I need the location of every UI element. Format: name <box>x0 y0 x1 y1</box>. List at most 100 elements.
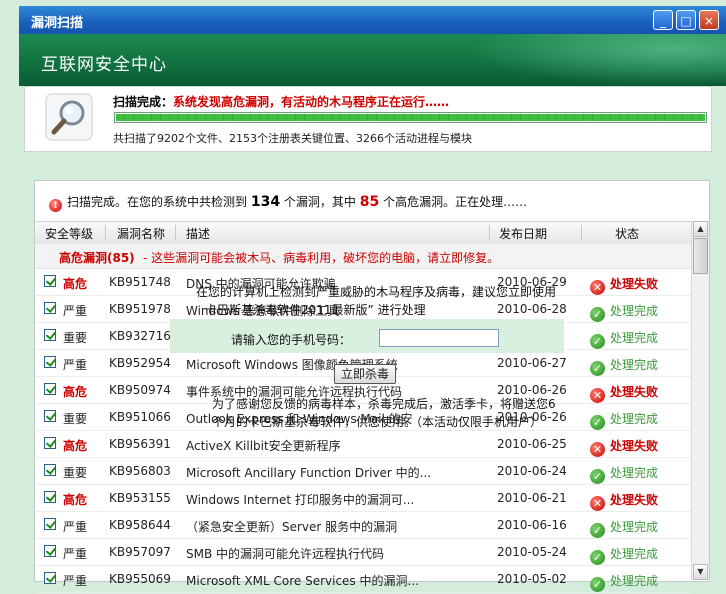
row-kb: KB956803 <box>109 464 171 478</box>
row-level: 重要 <box>63 331 88 345</box>
row-date: 2010-06-16 <box>497 518 567 532</box>
row-status-text: 处理完成 <box>610 304 659 318</box>
row-kb: KB958644 <box>109 518 171 532</box>
row-checkbox[interactable] <box>44 356 56 368</box>
row-status: ✓ 处理完成 <box>590 302 658 322</box>
row-status-text: 处理完成 <box>610 520 659 534</box>
row-status-text: 处理失败 <box>610 385 659 399</box>
row-level: 重要 <box>63 412 88 426</box>
heading-mid-1: 个漏洞，其中 <box>283 195 356 209</box>
overlay-line-2: 卡巴斯基杀毒软件2011最新版” 进行处理 <box>205 303 426 317</box>
col-divider <box>581 225 582 241</box>
row-status: ✓ 处理完成 <box>590 329 658 349</box>
row-desc: （紧急安全更新）Server 服务中的漏洞 <box>186 520 398 534</box>
scan-status: 扫描完成：系统发现高危漏洞，有活动的木马程序正在运行…… <box>113 93 449 110</box>
row-status-text: 处理完成 <box>610 466 659 480</box>
row-kb: KB956391 <box>109 437 171 451</box>
phone-label: 请输入您的手机号码： <box>231 333 352 347</box>
row-level: 严重 <box>63 574 88 588</box>
table-row[interactable]: 严重 KB955069 Microsoft XML Core Services 中的… <box>35 566 691 593</box>
results-heading: ! 扫描完成。在您的系统中共检测到 134 个漏洞，其中 85 个高危漏洞。正在处… <box>49 193 527 212</box>
row-checkbox[interactable] <box>44 275 56 287</box>
row-checkbox[interactable] <box>44 329 56 341</box>
title-bar: 漏洞扫描 _ □ × <box>19 6 726 34</box>
group-note: - 这些漏洞可能会被木马、病毒利用，破坏您的电脑，请立即修复。 <box>143 251 500 265</box>
table-row[interactable]: 严重 KB952954 Microsoft Windows 图像颜色管理系统 2010… <box>35 350 691 377</box>
row-kb: KB957097 <box>109 545 171 559</box>
x-circle-icon: ✕ <box>590 280 605 295</box>
check-circle-icon: ✓ <box>590 577 605 592</box>
table-header: 安全等级 漏洞名称 描述 发布日期 状态 <box>35 221 691 245</box>
row-status-text: 处理失败 <box>610 493 659 507</box>
table-row[interactable]: 高危 KB956391 ActiveX Killbit安全更新程序 2010-06-2… <box>35 431 691 458</box>
row-checkbox[interactable] <box>44 302 56 314</box>
overlay-line-1: 在您的计算机上检测到严重威胁的木马程序及病毒，建议您立即使用 <box>196 285 557 299</box>
col-divider <box>489 225 490 241</box>
check-circle-icon: ✓ <box>590 469 605 484</box>
maximize-button[interactable]: □ <box>676 10 696 30</box>
row-checkbox[interactable] <box>44 383 56 395</box>
group-header-high[interactable]: 高危漏洞(85) - 这些漏洞可能会被木马、病毒利用，破坏您的电脑，请立即修复。 <box>35 244 691 269</box>
row-status: ✓ 处理完成 <box>590 572 658 592</box>
brand-title: 互联网安全中心 <box>41 55 167 75</box>
row-checkbox[interactable] <box>44 410 56 422</box>
row-checkbox[interactable] <box>44 545 56 557</box>
row-kb: KB953155 <box>109 491 171 505</box>
row-status: ✓ 处理完成 <box>590 410 658 430</box>
close-button[interactable]: × <box>699 10 719 30</box>
row-date: 2010-06-28 <box>497 302 567 316</box>
check-circle-icon: ✓ <box>590 550 605 565</box>
table-row[interactable]: 重要 KB956803 Microsoft Ancillary Function D… <box>35 458 691 485</box>
heading-prefix: 扫描完成。在您的系统中共检测到 <box>67 195 248 209</box>
row-status: ✕ 处理失败 <box>590 437 658 457</box>
row-kb: KB951978 <box>109 302 171 316</box>
row-status-text: 处理完成 <box>610 412 659 426</box>
x-circle-icon: ✕ <box>590 442 605 457</box>
check-circle-icon: ✓ <box>590 523 605 538</box>
heading-mid-2: 个高危漏洞。正在处理…… <box>383 195 528 209</box>
row-level: 重要 <box>63 466 88 480</box>
table-row[interactable]: 严重 KB957097 SMB 中的漏洞可能允许远程执行代码 2010-05-24 ✓ 处… <box>35 539 691 566</box>
col-divider <box>175 225 176 241</box>
row-date: 2010-06-24 <box>497 464 567 478</box>
scan-progress-bar <box>114 112 707 123</box>
row-status-text: 处理完成 <box>610 574 659 588</box>
row-desc: Microsoft Ancillary Function Driver 中的..… <box>186 466 432 480</box>
x-circle-icon: ✕ <box>590 388 605 403</box>
row-checkbox[interactable] <box>44 491 56 503</box>
list-scrollbar[interactable]: ▲ ▼ <box>691 221 709 580</box>
col-level[interactable]: 安全等级 <box>45 225 93 242</box>
high-count: 85 <box>359 194 380 210</box>
row-kb: KB932716 <box>109 329 171 343</box>
col-status[interactable]: 状态 <box>615 225 639 242</box>
check-circle-icon: ✓ <box>590 307 605 322</box>
row-checkbox[interactable] <box>44 572 56 584</box>
col-kb[interactable]: 漏洞名称 <box>117 225 165 242</box>
check-circle-icon: ✓ <box>590 415 605 430</box>
table-row[interactable]: 高危 KB953155 Windows Internet 打印服务中的漏洞可... 2… <box>35 485 691 512</box>
row-date: 2010-05-24 <box>497 545 567 559</box>
minimize-button[interactable]: _ <box>653 10 673 30</box>
scroll-up-button[interactable]: ▲ <box>693 221 708 237</box>
scan-summary-box: 扫描完成：系统发现高危漏洞，有活动的木马程序正在运行…… 共扫描了9202个文件… <box>24 86 712 152</box>
scan-status-text: 系统发现高危漏洞，有活动的木马程序正在运行…… <box>173 95 450 109</box>
header-glow <box>466 34 726 86</box>
row-desc: Microsoft XML Core Services 中的漏洞... <box>186 574 419 588</box>
overlay-line-3: 为了感谢您反馈的病毒样本，杀毒完成后，激活季卡，将赠送您6 <box>212 397 556 411</box>
col-divider <box>105 225 106 241</box>
row-date: 2010-06-21 <box>497 491 567 505</box>
alert-icon: ! <box>49 199 62 212</box>
row-checkbox[interactable] <box>44 437 56 449</box>
row-checkbox[interactable] <box>44 518 56 530</box>
scroll-down-button[interactable]: ▼ <box>693 564 708 580</box>
row-kb: KB952954 <box>109 356 171 370</box>
row-checkbox[interactable] <box>44 464 56 476</box>
col-desc[interactable]: 描述 <box>186 225 210 242</box>
table-row[interactable]: 严重 KB958644 （紧急安全更新）Server 服务中的漏洞 2010-06-1… <box>35 512 691 539</box>
col-date[interactable]: 发布日期 <box>499 225 547 242</box>
scroll-thumb[interactable] <box>693 238 708 274</box>
row-status-text: 处理失败 <box>610 439 659 453</box>
table-row[interactable]: 重要 KB932716 ✓ 处理完成 <box>35 323 691 350</box>
row-desc: Microsoft Windows 图像颜色管理系统 <box>186 358 398 372</box>
row-level: 高危 <box>63 385 88 399</box>
